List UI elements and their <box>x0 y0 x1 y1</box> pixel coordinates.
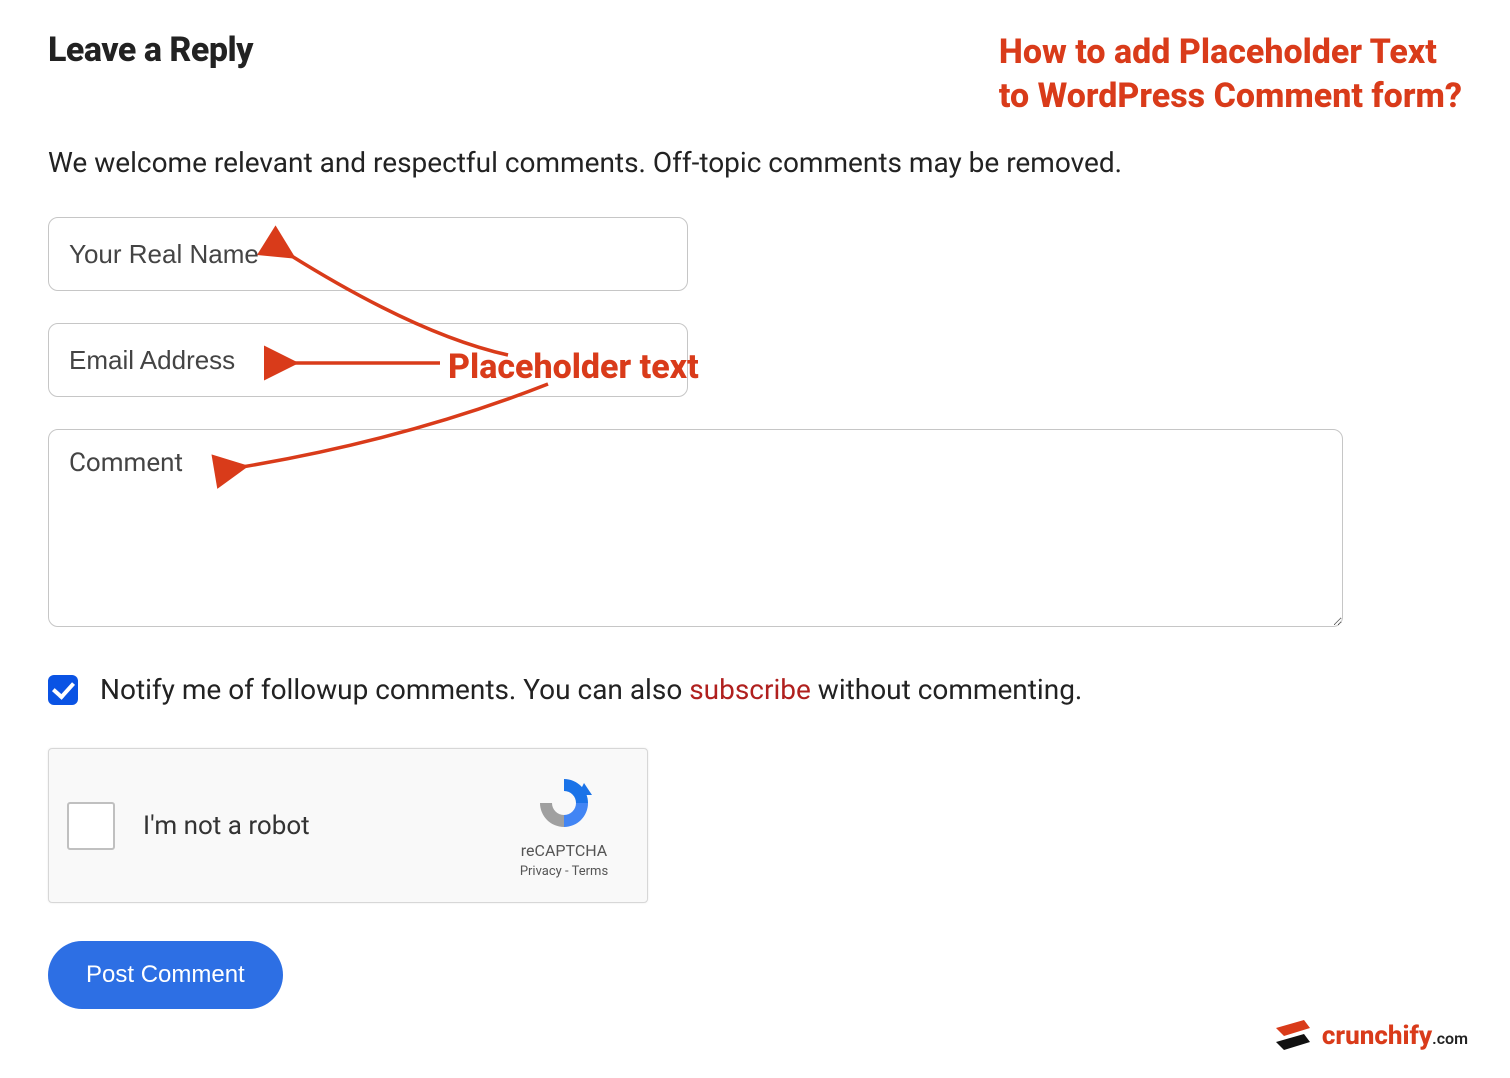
notify-row: Notify me of followup comments. You can … <box>48 673 1462 706</box>
article-title-line2: to WordPress Comment form? <box>999 76 1462 116</box>
welcome-text: We welcome relevant and respectful comme… <box>48 146 1462 179</box>
notify-text-prefix: Notify me of followup comments. You can … <box>100 673 689 706</box>
article-title-line1: How to add Placeholder Text <box>999 32 1437 72</box>
recaptcha-checkbox[interactable] <box>67 802 115 850</box>
post-comment-button[interactable]: Post Comment <box>48 941 283 1009</box>
recaptcha-label: I'm not a robot <box>143 811 499 841</box>
logo-suffix: .com <box>1432 1029 1468 1048</box>
recaptcha-widget: I'm not a robot reCAPTCHA Privacy - Term… <box>48 748 648 903</box>
recaptcha-logo-icon <box>534 773 594 833</box>
logo-text: crunchify <box>1322 1021 1432 1051</box>
recaptcha-brand-text: reCAPTCHA <box>499 841 629 860</box>
article-title: How to add Placeholder Text to WordPress… <box>999 30 1462 118</box>
crunchify-logo-icon <box>1270 1018 1314 1054</box>
recaptcha-terms-link[interactable]: Terms <box>572 864 609 879</box>
recaptcha-branding: reCAPTCHA Privacy - Terms <box>499 773 629 879</box>
notify-text: Notify me of followup comments. You can … <box>100 673 1082 706</box>
subscribe-link[interactable]: subscribe <box>689 673 811 706</box>
logo-text-wrapper: crunchify.com <box>1322 1021 1468 1051</box>
notify-text-suffix: without commenting. <box>811 673 1082 706</box>
recaptcha-terms: Privacy - Terms <box>520 864 608 879</box>
recaptcha-privacy-link[interactable]: Privacy <box>520 864 562 879</box>
comment-textarea[interactable] <box>48 429 1343 627</box>
annotation-placeholder-label: Placeholder text <box>448 347 699 387</box>
header-row: Leave a Reply How to add Placeholder Tex… <box>48 30 1462 118</box>
name-input[interactable] <box>48 217 688 291</box>
comment-form: Placeholder text <box>48 217 1462 673</box>
reply-title: Leave a Reply <box>48 30 253 70</box>
site-logo: crunchify.com <box>1270 1018 1468 1054</box>
notify-checkbox[interactable] <box>48 675 78 705</box>
